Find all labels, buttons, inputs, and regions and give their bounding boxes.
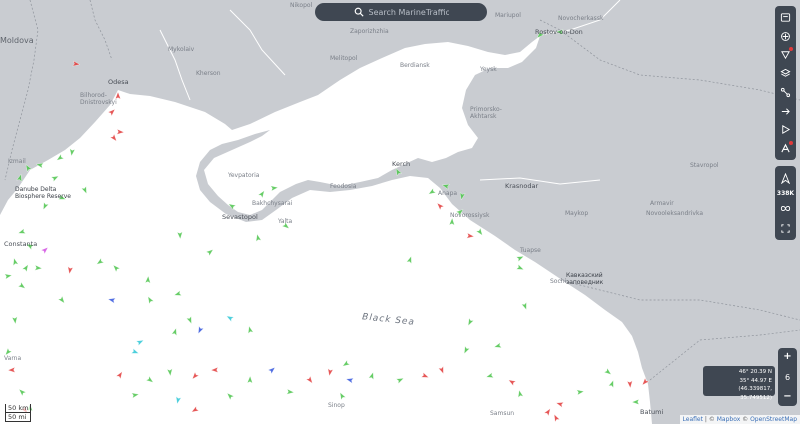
place-label-kerch: Kerch [392,160,411,168]
place-label-yeysk: Yeysk [480,66,497,73]
place-label-mariupol: Mariupol [495,12,521,19]
leaflet-link[interactable]: Leaflet [683,416,703,423]
place-label-sinop: Sinop [328,402,345,409]
place-label-novooleksandrivka: Novooleksandrivka [646,210,704,217]
mapbox-link[interactable]: Mapbox [717,416,741,423]
scale-mi: 50 mi [5,413,32,422]
place-label-nikopol: Nikopol [290,2,313,9]
place-label-primorsko: Primorsko- Akhtarsk [470,106,502,120]
place-label-tuapse: Tuapse [520,247,541,254]
place-label-yevpatoria: Yevpatoria [228,172,260,179]
play-icon [782,125,791,135]
place-label-novorossiysk: Novorossiysk [450,212,490,219]
place-label-varna: Varna [4,355,22,362]
stack-icon [780,68,791,77]
place-label-odesa: Odesa [108,78,129,86]
place-label-mykolaiv: Mykolaiv [168,46,195,53]
search-bar[interactable] [315,3,487,21]
place-label-krasnodar: Krasnodar [505,182,539,190]
decimal-coords: (46.339817, 35.749512) [738,386,772,401]
fullscreen-icon [781,223,790,233]
place-label-rostov: Rostov-on-Don [535,28,583,36]
attribution-separator: | © [702,416,717,423]
notification-dot [789,47,793,52]
weather-button[interactable] [777,46,794,63]
place-label-bakhchysarai: Bakhchysarai [252,200,293,207]
place-label-samsun: Samsun [490,410,515,417]
play-button[interactable] [777,121,794,138]
place-label-bilhorod: Bilhorod- Dnistrovskyi [80,92,117,106]
place-label-armavir: Armavir [650,200,674,207]
zoom-control: + 6 − [778,348,797,406]
osm-link[interactable]: OpenStreetMap [750,416,797,423]
search-icon [354,7,364,17]
infinity-icon [780,205,791,211]
search-input[interactable] [368,7,449,17]
place-label-berdiansk: Berdiansk [400,62,430,69]
vessel-count: 338K [776,189,795,197]
layers-button[interactable] [777,28,794,45]
filter-icon [780,13,791,22]
place-label-yalta: Yalta [278,218,293,225]
ais-button[interactable] [777,140,794,157]
infinity-button[interactable] [777,200,794,217]
place-label-zaporizhzhia: Zaporizhzhia [350,28,389,35]
measure-button[interactable] [777,103,794,120]
scale-km: 50 km [5,404,32,413]
place-label-novocherkassk: Novocherkassk [558,15,604,22]
place-label-moldova: Moldova [0,36,34,45]
place-label-stavropol: Stavropol [690,162,719,169]
weather-icon [781,51,790,60]
place-label-sochi: Sochi [550,278,567,285]
stack-button[interactable] [777,65,794,82]
latitude: 46° 20.39 N [738,369,772,375]
place-label-anapa: Anapa [438,190,458,197]
notification-dot [789,141,793,146]
measure-icon [781,108,790,115]
longitude: 35° 44.97 E [739,377,772,384]
vessel-arrow-icon [780,172,791,184]
zoom-out-button[interactable]: − [783,391,791,403]
map-attribution: Leaflet | © Mapbox © OpenStreetMap [679,415,800,424]
route-button[interactable] [777,84,794,101]
zoom-in-button[interactable]: + [783,351,791,363]
place-label-batumi: Batumi [640,408,664,416]
place-label-melitopol: Melitopol [330,55,358,62]
place-label-izmail: Izmail [8,158,26,165]
place-label-kavkaz: Кавказский заповедник [566,272,604,286]
place-label-feodosia: Feodosia [330,183,357,190]
place-label-kherson: Kherson [196,70,221,77]
coordinates-readout: 46° 20.39 N 35° 44.97 E (46.339817, 35.7… [703,366,775,401]
place-label-danube: Danube Delta Biosphere Reserve [15,186,71,200]
zoom-level: 6 [784,372,791,382]
fullscreen-button[interactable] [777,220,794,237]
place-label-sevastopol: Sevastopol [222,213,258,221]
vessel-filter-button[interactable] [777,170,794,187]
place-label-maykop: Maykop [565,210,589,217]
place-label-constanta: Constanta [4,240,38,248]
vessel-toolbar: 338K [775,166,796,240]
map-toolbar [775,6,796,160]
layers-icon [781,31,790,41]
scale-bar: 50 km 50 mi [5,404,32,422]
route-icon [780,87,791,97]
filter-button[interactable] [777,9,794,26]
